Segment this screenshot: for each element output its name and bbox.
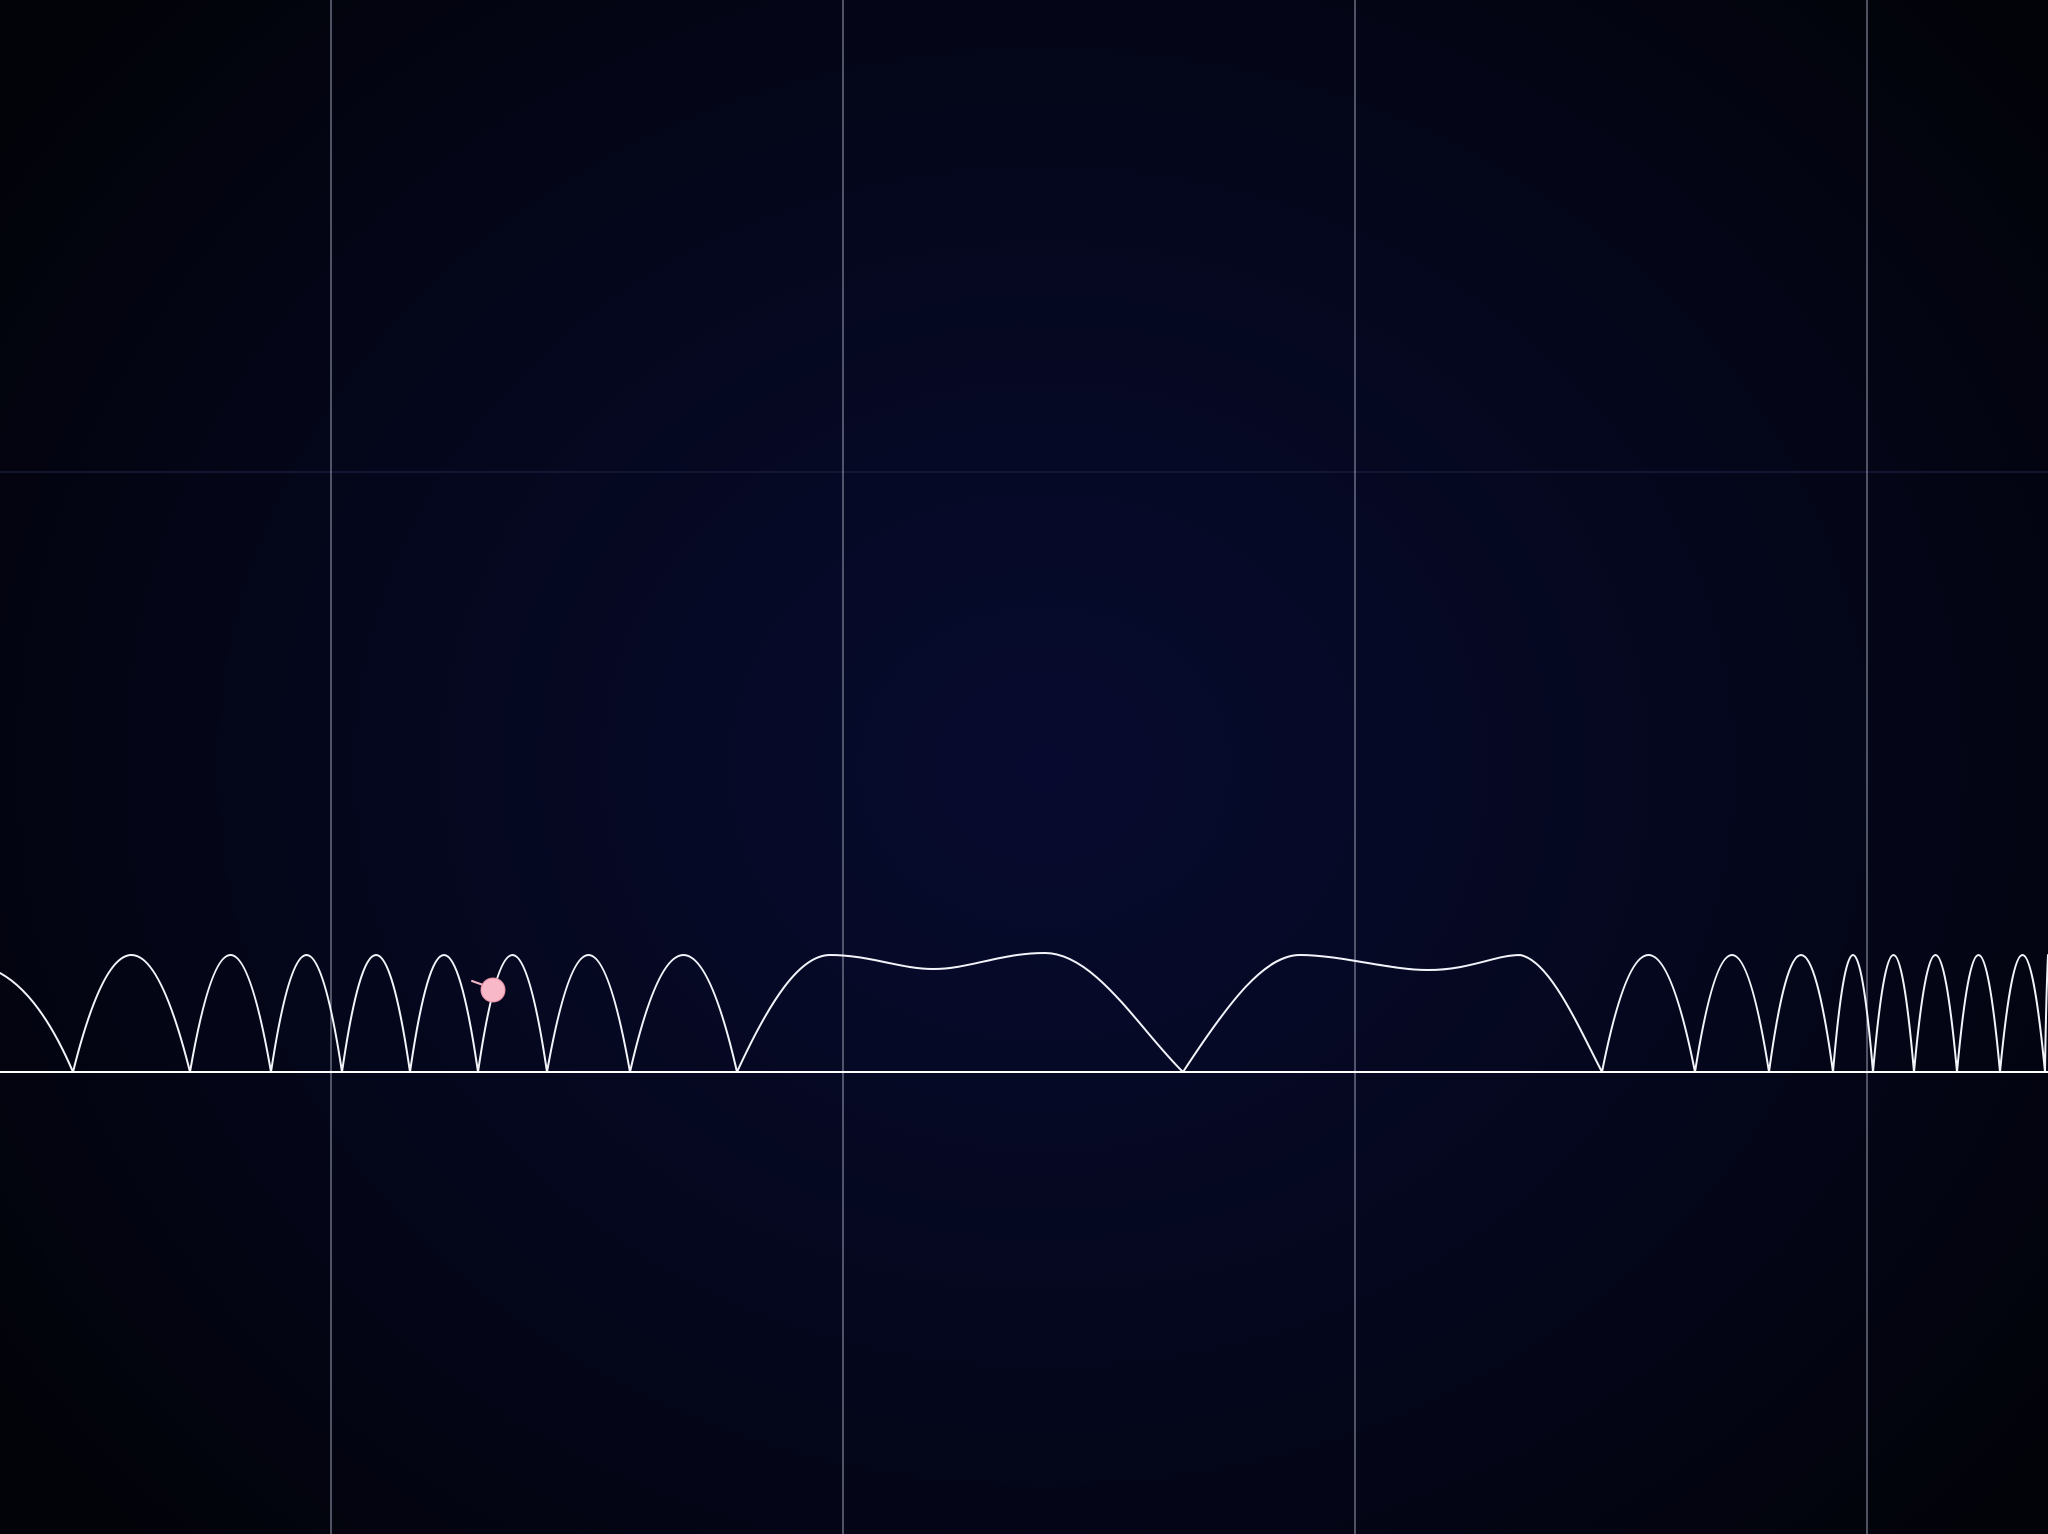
bounce-trajectory [0, 952, 2048, 1073]
ball[interactable] [471, 977, 506, 1003]
game-stage[interactable] [0, 0, 2048, 1534]
game-canvas[interactable] [0, 0, 2048, 1534]
ball-icon[interactable] [480, 977, 506, 1003]
